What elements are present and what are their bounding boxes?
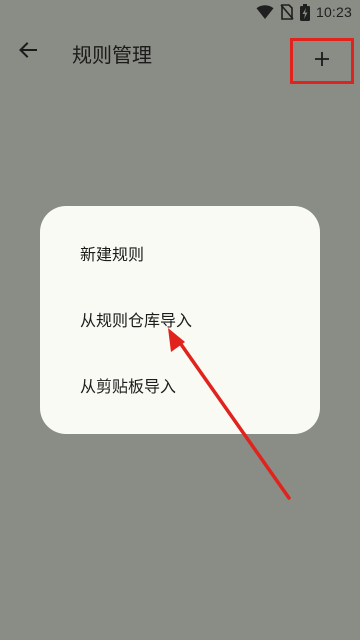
status-bar: 10:23 (0, 0, 360, 24)
back-button[interactable] (12, 36, 44, 68)
plus-icon (314, 51, 330, 71)
app-bar: 规则管理 (0, 24, 360, 84)
add-button[interactable] (290, 38, 354, 84)
battery-charging-icon (299, 3, 310, 21)
status-icons: 10:23 (256, 3, 352, 21)
menu-item-new-rule[interactable]: 新建规则 (80, 241, 144, 265)
wifi-icon (256, 5, 274, 19)
status-time: 10:23 (315, 4, 352, 20)
add-rule-menu: 新建规则 从规则仓库导入 从剪贴板导入 (40, 206, 320, 434)
no-sim-icon (280, 4, 294, 20)
arrow-left-icon (18, 40, 38, 64)
menu-item-import-from-clipboard[interactable]: 从剪贴板导入 (80, 373, 176, 397)
menu-item-import-from-repo[interactable]: 从规则仓库导入 (80, 307, 192, 331)
page-title: 规则管理 (72, 43, 152, 67)
